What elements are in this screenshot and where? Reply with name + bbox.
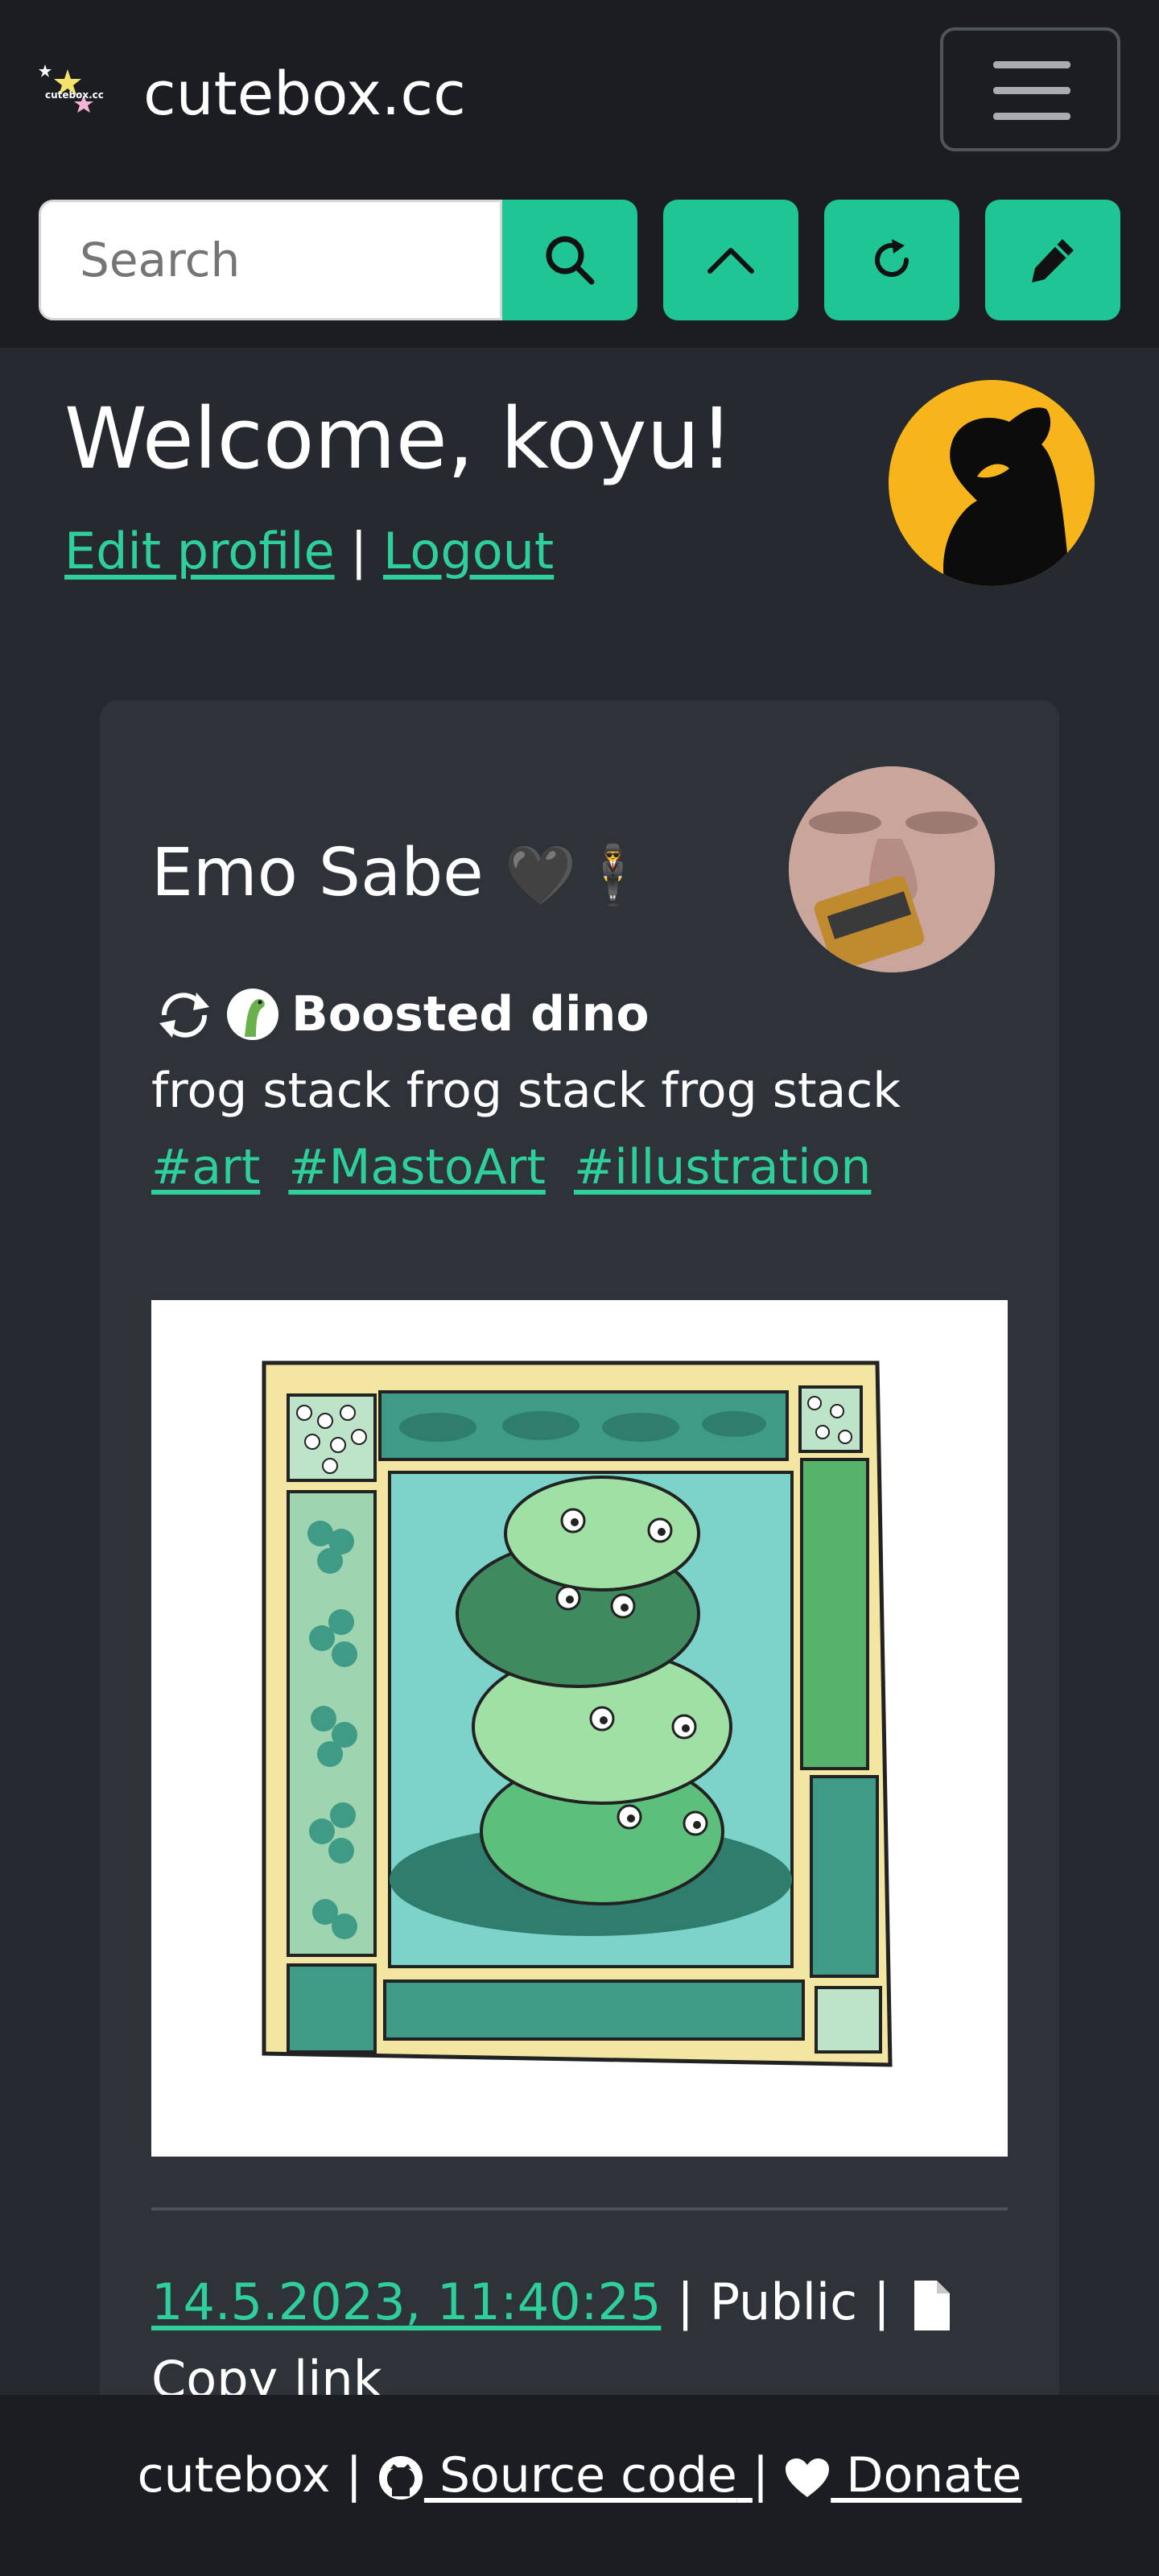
footer-site-name: cutebox: [137, 2447, 331, 2504]
booster-avatar[interactable]: [227, 989, 278, 1040]
edit-profile-link[interactable]: Edit profile: [64, 522, 335, 580]
hamburger-menu-icon: [993, 61, 1070, 68]
post-visibility: Public: [709, 2273, 858, 2331]
logout-link[interactable]: Logout: [383, 522, 554, 580]
logo-text: cutebox.cc: [45, 89, 104, 101]
source-code-link[interactable]: Source code: [377, 2447, 753, 2504]
search-button[interactable]: [502, 200, 637, 320]
post-author[interactable]: Emo Sabe 🖤🕴: [151, 825, 649, 923]
compose-button[interactable]: [985, 200, 1120, 320]
scroll-top-button[interactable]: [663, 200, 798, 320]
github-icon: [378, 2456, 423, 2500]
post-tags: #art #MastoArt #illustration: [151, 1131, 884, 1203]
donate-link[interactable]: Donate: [784, 2447, 1021, 2504]
post-timestamp-link[interactable]: 14.5.2023, 11:40:25: [151, 2273, 661, 2331]
pencil-icon: [1032, 239, 1074, 283]
footer-content: cutebox | Source code | Donate: [0, 2439, 1159, 2512]
boosted-by-text[interactable]: Boosted dino: [291, 986, 650, 1042]
separator: |: [350, 522, 368, 580]
footer: cutebox | Source code | Donate: [0, 2395, 1159, 2576]
separator: |: [872, 2273, 890, 2331]
hamburger-line: [993, 113, 1070, 120]
search-icon: [546, 236, 595, 285]
separator: |: [752, 2447, 769, 2504]
author-name: Emo Sabe: [151, 835, 484, 911]
welcome-heading: Welcome, koyu!: [64, 390, 734, 488]
tag-link[interactable]: #illustration: [574, 1139, 871, 1195]
separator: |: [677, 2273, 695, 2331]
file-icon: [914, 2280, 950, 2330]
refresh-button[interactable]: [824, 200, 959, 320]
separator: |: [345, 2447, 362, 2504]
menu-toggle-button[interactable]: [940, 27, 1120, 151]
hamburger-line: [993, 87, 1070, 94]
frog-illustration: [262, 1360, 893, 2067]
tag-link[interactable]: #art: [151, 1139, 260, 1195]
post-text: frog stack frog stack frog stack: [151, 1063, 901, 1119]
navbar: cutebox.cc cutebox.cc: [0, 0, 1159, 348]
brand-logo[interactable]: cutebox.cc: [37, 63, 108, 127]
brand-title[interactable]: cutebox.cc: [143, 50, 466, 138]
donate-label: Donate: [831, 2447, 1022, 2504]
post-image[interactable]: [151, 1300, 1008, 2157]
profile-links: Edit profile | Logout: [64, 515, 554, 588]
refresh-icon: [875, 239, 909, 277]
user-avatar[interactable]: [889, 380, 1095, 586]
heart-icon: [786, 2458, 830, 2498]
search-input[interactable]: [39, 200, 502, 320]
chevron-up-icon: [707, 248, 754, 274]
source-code-label: Source code: [423, 2447, 737, 2504]
boost-line: Boosted dino: [151, 978, 650, 1051]
post-divider: [151, 2207, 1008, 2211]
boost-icon: [159, 993, 209, 1038]
author-avatar[interactable]: [789, 766, 995, 972]
author-emoji: 🖤🕴: [504, 841, 650, 909]
tag-link[interactable]: #MastoArt: [288, 1139, 546, 1195]
